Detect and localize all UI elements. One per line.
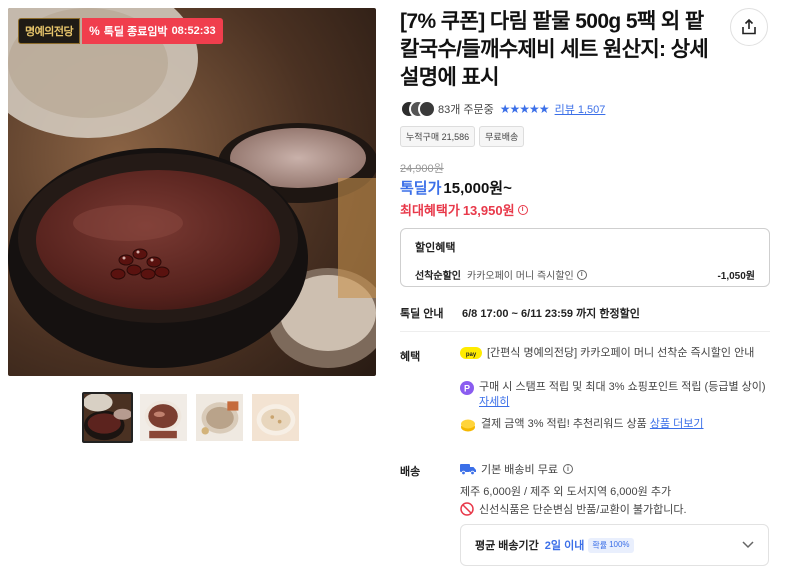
benefit-reward-wrap: 결제 금액 3% 적립! 추천리워드 상품 상품 더보기 [481,417,704,432]
thumbnail-4[interactable] [250,392,301,443]
info-icon[interactable]: i [517,204,528,215]
product-chips: 누적구매 21,586 무료배송 [400,126,525,147]
kakaopay-icon: pay [460,347,482,359]
discount-line-desc-wrap: 카카오페이 머니 즉시할인 i [467,267,587,282]
chevron-down-icon [742,541,754,549]
buyer-avatars [400,100,436,118]
main-product-photo[interactable]: 명예의전당 % 톡딜 종료임박 08:52:33 [8,8,376,376]
points-detail-link[interactable]: 자세히 [479,396,509,408]
benefit-kakaopay-text: [간편식 명예의전당] 카카오페이 머니 선착순 즉시할인 안내 [487,347,755,359]
benefit-reward-text: 결제 금액 3% 적립! 추천리워드 상품 [481,418,647,430]
average-delivery-dropdown[interactable]: 평균 배송기간 2일 이내 확률 100% [460,524,769,566]
discount-amount: -1,050원 [717,271,755,282]
reward-more-link[interactable]: 상품 더보기 [650,418,704,430]
deal-period-value: 6/8 17:00 ~ 6/11 23:59 까지 한정할인 [462,308,640,320]
product-meta-row: 83개 주문중 ★★★★★ 리뷰 1,507 [400,100,605,118]
deal-price-row: 톡딜가 15,000원~ [400,177,512,198]
delivery-rate-value: 100% [609,539,630,549]
thumbnail-strip [82,392,301,443]
benefit-item-reward: 결제 금액 3% 적립! 추천리워드 상품 상품 더보기 [460,417,770,432]
divider [400,331,770,332]
deal-timer-time: 08:52:33 [171,25,216,37]
point-icon: P [460,381,474,395]
max-benefit-price: 13,950원 [462,203,515,218]
info-icon[interactable]: i [576,269,587,280]
share-icon [742,18,756,35]
deal-timer-badge: % 톡딜 종료임박 08:52:33 [82,18,223,44]
shipping-fee-line: 기본 배송비 무료 i [460,461,770,477]
percent-icon: % [89,24,100,38]
truck-icon [460,464,476,475]
thumbnail-3[interactable] [194,392,245,443]
reward-icon [461,419,475,432]
discount-title: 할인혜택 [415,242,456,254]
svg-text:P: P [464,384,470,394]
benefit-item-kakaopay[interactable]: pay [간편식 명예의전당] 카카오페이 머니 선착순 즉시할인 안내 [460,346,770,361]
thumbnail-2[interactable] [138,392,189,443]
shipping-extra-line: 제주 6,000원 / 제주 외 도서지역 6,000원 추가 [460,483,770,499]
delivery-rate-label: 확률 [592,540,608,550]
discount-box: 할인혜택 선착순할인 카카오페이 머니 즉시할인 i -1,050원 [400,228,770,287]
product-title: [7% 쿠폰] 다림 팥물 500g 5팩 외 팥칼국수/들깨수제비 세트 원산… [400,10,709,89]
deal-price: 15,000원~ [443,180,512,197]
review-link[interactable]: 리뷰 1,507 [555,101,606,117]
deal-price-label: 톡딜가 [400,180,442,197]
cumulative-purchase-chip: 누적구매 21,586 [400,126,476,147]
max-benefit-label: 최대혜택가 [400,203,460,218]
benefit-item-points: P 구매 시 스탬프 적립 및 최대 3% 쇼핑포인트 적립 (등급별 상이) … [460,380,770,410]
rating-stars: ★★★★★ [499,102,550,116]
discount-line: 선착순할인 카카오페이 머니 즉시할인 i -1,050원 [415,267,755,282]
red-bean-porridge-image [8,8,376,376]
shipping-fee: 기본 배송비 무료 [481,464,558,476]
avg-delivery-label: 평균 배송기간 [475,540,539,552]
share-button[interactable] [730,8,768,46]
deal-period-label: 톡딜 안내 [400,308,444,320]
delivery-rate-badge: 확률 100% [588,537,634,553]
prohibited-icon [460,502,474,516]
avg-delivery-value: 2일 이내 [544,540,585,552]
order-count: 83개 주문중 [438,104,494,116]
free-shipping-chip: 무료배송 [479,126,525,147]
discount-line-label: 선착순할인 [415,271,461,282]
original-price: 24,900원 [400,163,444,175]
avatar [418,100,436,118]
shipping-notice-line: 신선식품은 단순변심 반품/교환이 불가합니다. [460,501,770,517]
hall-of-fame-badge: 명예의전당 [18,18,81,44]
benefit-points-text: 구매 시 스탬프 적립 및 최대 3% 쇼핑포인트 적립 (등급별 상이) [479,381,766,393]
shipping-extra: 제주 6,000원 / 제주 외 도서지역 6,000원 추가 [460,486,672,498]
deal-period-row: 톡딜 안내 6/8 17:00 ~ 6/11 23:59 까지 한정할인 [400,305,640,321]
shipping-label: 배송 [400,466,421,478]
thumbnail-1[interactable] [82,392,133,443]
shipping-notice: 신선식품은 단순변심 반품/교환이 불가합니다. [479,504,687,516]
discount-line-desc: 카카오페이 머니 즉시할인 [467,271,574,282]
svg-text:pay: pay [466,352,477,358]
info-icon[interactable]: i [562,464,573,474]
max-benefit-row: 최대혜택가 13,950원 i [400,200,528,219]
benefits-label: 혜택 [400,351,421,363]
benefit-points-wrap: 구매 시 스탬프 적립 및 최대 3% 쇼핑포인트 적립 (등급별 상이) 자세… [479,380,770,410]
deal-timer-label: 톡딜 종료임박 [103,26,168,38]
